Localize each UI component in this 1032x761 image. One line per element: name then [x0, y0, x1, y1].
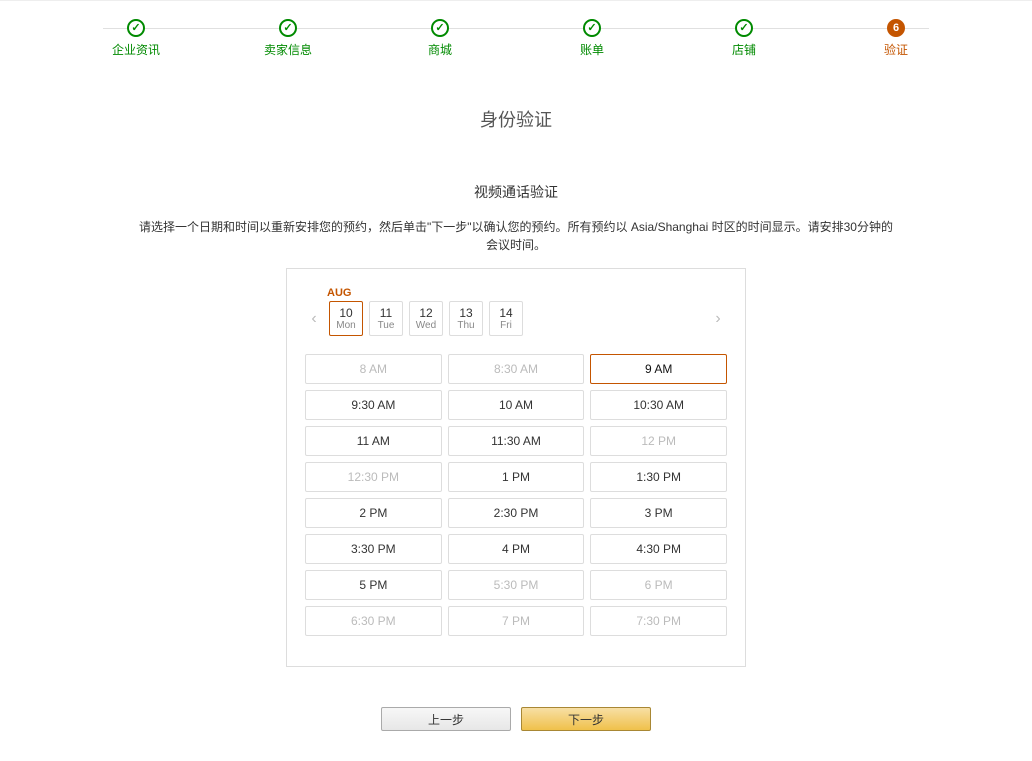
stepper-line: [103, 28, 929, 29]
step-5: 店铺: [668, 19, 820, 58]
step-label: 验证: [884, 41, 908, 58]
step-label: 卖家信息: [264, 41, 312, 58]
date-card-12[interactable]: 12Wed: [409, 301, 443, 336]
time-slot[interactable]: 11 AM: [305, 426, 442, 456]
date-num: 12: [410, 306, 442, 320]
step-label: 账单: [580, 41, 604, 58]
date-num: 13: [450, 306, 482, 320]
time-slot: 6:30 PM: [305, 606, 442, 636]
time-slot[interactable]: 2 PM: [305, 498, 442, 528]
date-dow: Thu: [450, 320, 482, 331]
time-slot[interactable]: 9:30 AM: [305, 390, 442, 420]
date-card-14[interactable]: 14Fri: [489, 301, 523, 336]
date-num: 14: [490, 306, 522, 320]
step-number-icon: 6: [887, 19, 905, 37]
section-subtitle: 视频通话验证: [0, 182, 1032, 202]
time-slot[interactable]: 2:30 PM: [448, 498, 585, 528]
date-prev-arrow[interactable]: ‹: [305, 310, 323, 328]
time-slot[interactable]: 3 PM: [590, 498, 727, 528]
time-slot: 7:30 PM: [590, 606, 727, 636]
scheduler-panel: AUG ‹ 10Mon11Tue12Wed13Thu14Fri › 8 AM8:…: [286, 268, 746, 667]
date-num: 10: [330, 306, 362, 320]
time-slot[interactable]: 1:30 PM: [590, 462, 727, 492]
button-row: 上一步 下一步: [0, 707, 1032, 731]
time-slot: 7 PM: [448, 606, 585, 636]
prev-button[interactable]: 上一步: [381, 707, 511, 731]
date-num: 11: [370, 306, 402, 320]
step-label: 企业资讯: [112, 41, 160, 58]
check-icon: [583, 19, 601, 37]
time-slot: 12 PM: [590, 426, 727, 456]
time-slot[interactable]: 1 PM: [448, 462, 585, 492]
time-slot: 6 PM: [590, 570, 727, 600]
check-icon: [431, 19, 449, 37]
time-slot[interactable]: 4 PM: [448, 534, 585, 564]
time-slot: 8 AM: [305, 354, 442, 384]
step-4: 账单: [516, 19, 668, 58]
step-2: 卖家信息: [212, 19, 364, 58]
step-1: 企业资讯: [60, 19, 212, 58]
time-slot: 8:30 AM: [448, 354, 585, 384]
time-slot: 5:30 PM: [448, 570, 585, 600]
step-label: 店铺: [732, 41, 756, 58]
instructions-text: 请选择一个日期和时间以重新安排您的预约，然后单击"下一步"以确认您的预约。所有预…: [136, 218, 896, 254]
step-6: 6 验证: [820, 19, 972, 58]
date-card-10[interactable]: 10Mon: [329, 301, 363, 336]
date-dow: Tue: [370, 320, 402, 331]
time-slot[interactable]: 9 AM: [590, 354, 727, 384]
time-grid: 8 AM8:30 AM9 AM 9:30 AM10 AM10:30 AM 11 AM…: [305, 354, 727, 636]
time-slot[interactable]: 4:30 PM: [590, 534, 727, 564]
check-icon: [127, 19, 145, 37]
date-card-13[interactable]: 13Thu: [449, 301, 483, 336]
check-icon: [279, 19, 297, 37]
date-next-arrow[interactable]: ›: [709, 310, 727, 328]
date-card-11[interactable]: 11Tue: [369, 301, 403, 336]
time-slot[interactable]: 3:30 PM: [305, 534, 442, 564]
date-dow: Wed: [410, 320, 442, 331]
next-button[interactable]: 下一步: [521, 707, 651, 731]
month-label: AUG: [327, 287, 727, 299]
check-icon: [735, 19, 753, 37]
date-row: ‹ 10Mon11Tue12Wed13Thu14Fri ›: [305, 301, 727, 336]
page-title: 身份验证: [0, 106, 1032, 132]
step-3: 商城: [364, 19, 516, 58]
date-dow: Fri: [490, 320, 522, 331]
time-slot[interactable]: 10 AM: [448, 390, 585, 420]
progress-stepper: 企业资讯 卖家信息 商城 账单 店铺 6 验证: [0, 0, 1032, 66]
time-slot: 12:30 PM: [305, 462, 442, 492]
time-slot[interactable]: 10:30 AM: [590, 390, 727, 420]
date-dow: Mon: [330, 320, 362, 331]
time-slot[interactable]: 11:30 AM: [448, 426, 585, 456]
time-slot[interactable]: 5 PM: [305, 570, 442, 600]
step-label: 商城: [428, 41, 452, 58]
